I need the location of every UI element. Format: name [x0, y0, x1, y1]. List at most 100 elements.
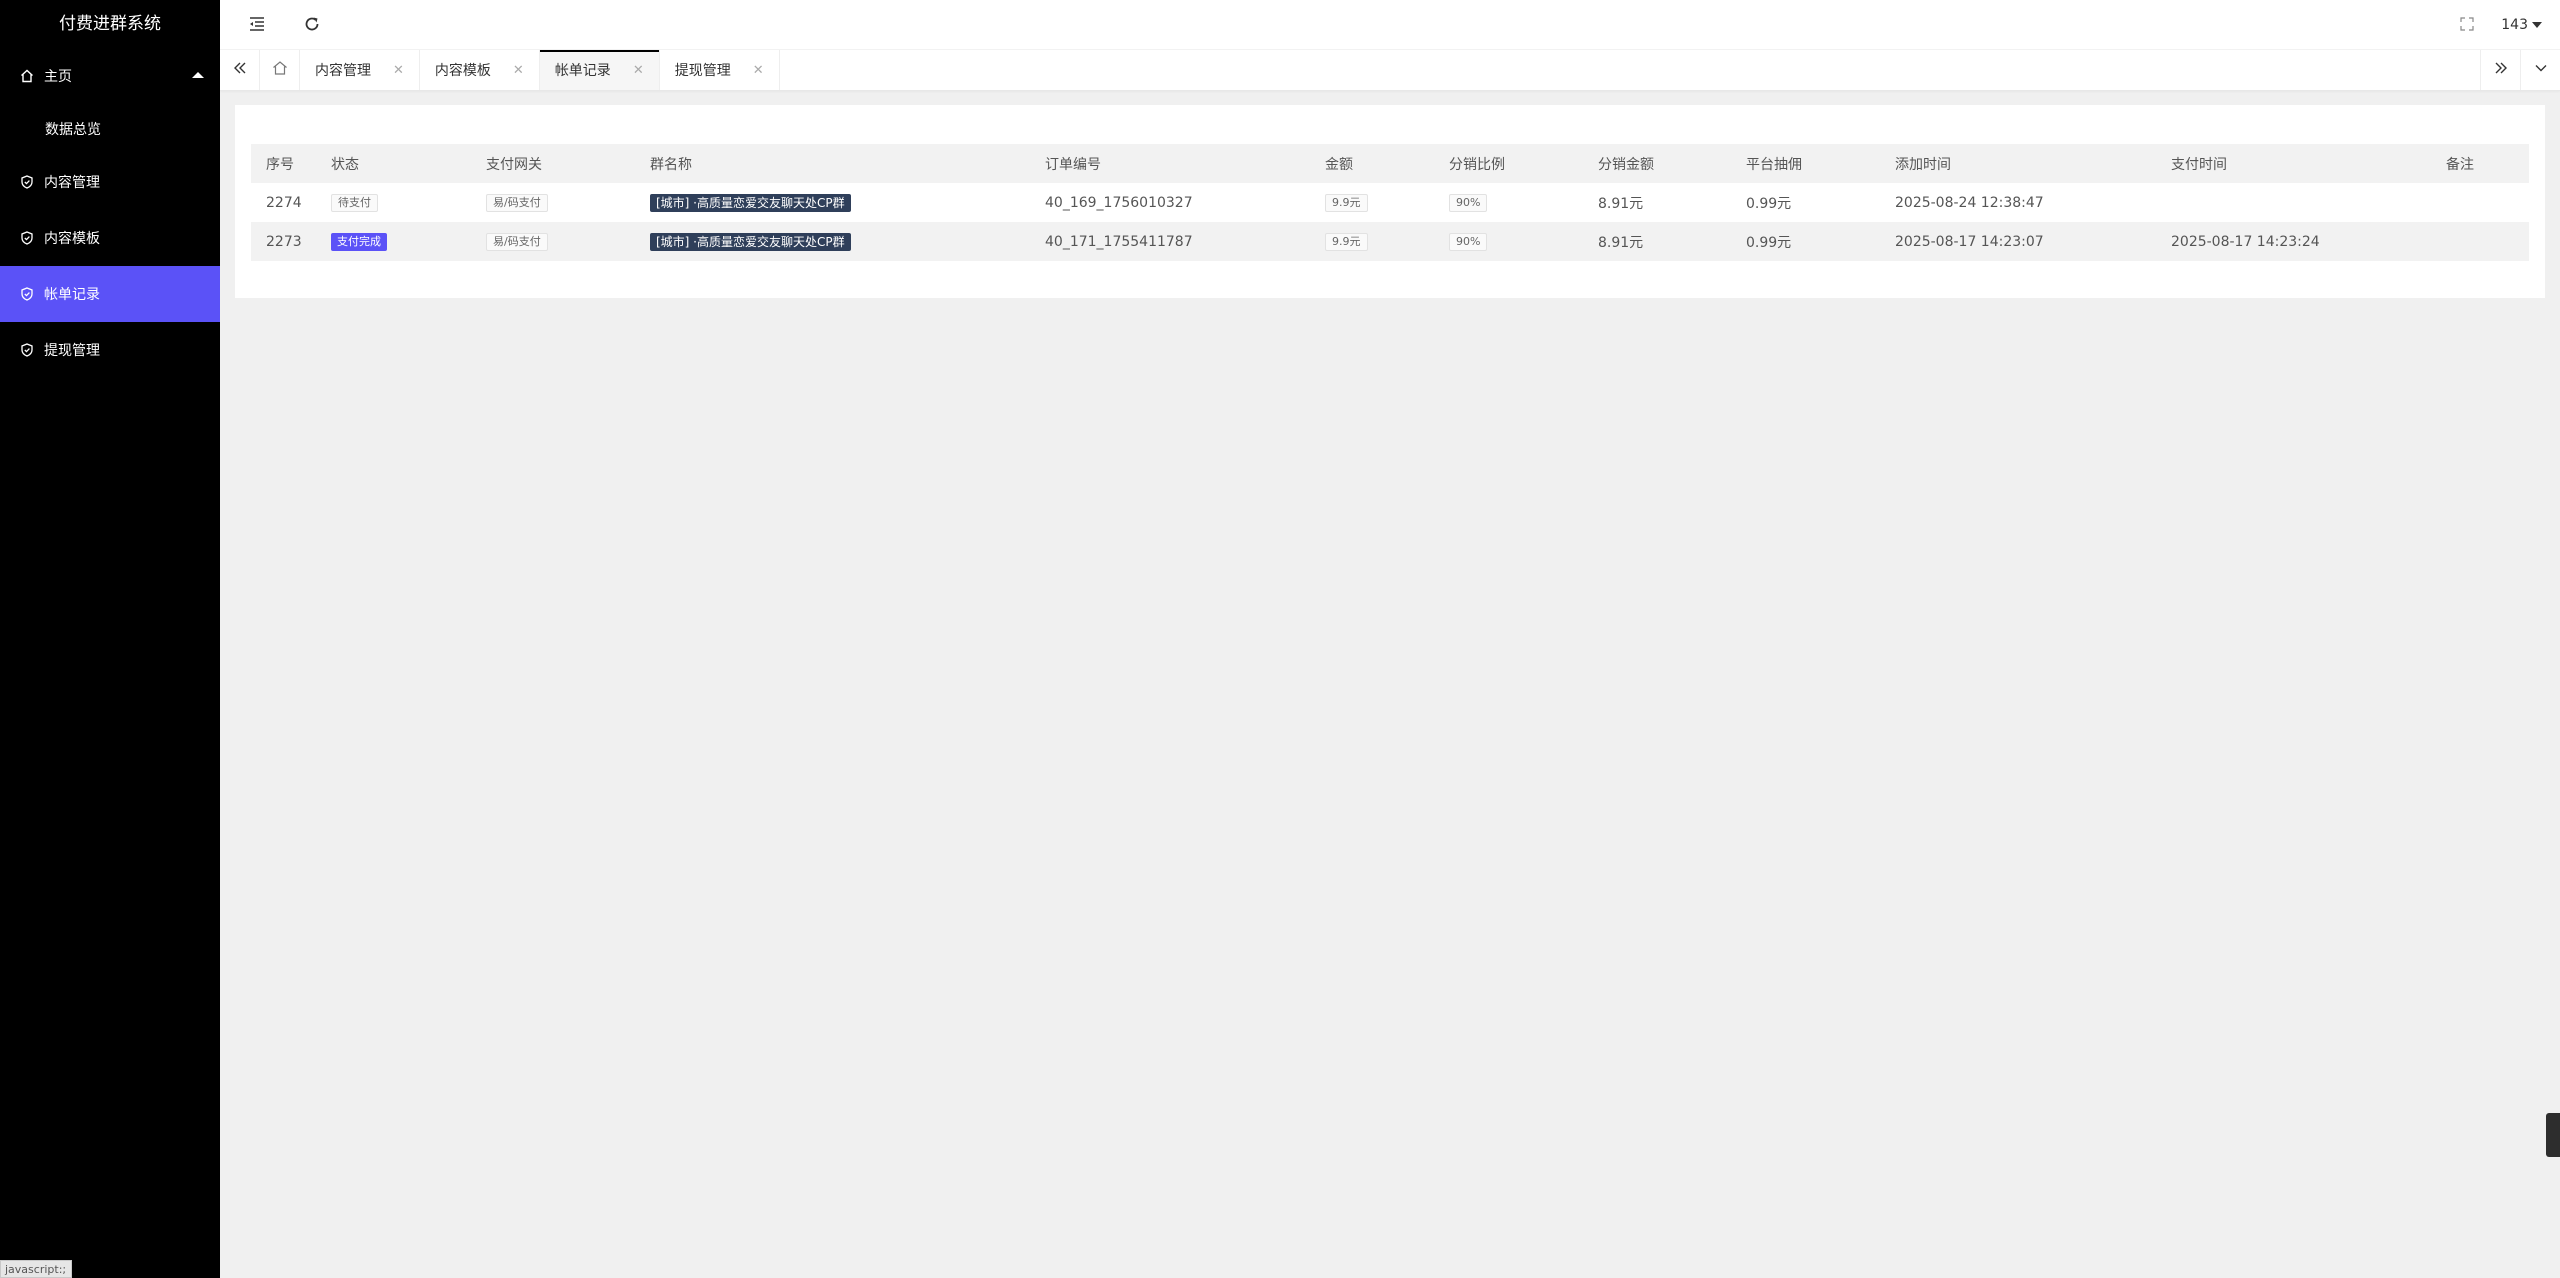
col-header: 支付时间 — [2156, 144, 2431, 183]
sidebar-item-label: 主页 — [44, 69, 72, 85]
cell-commission: 0.99元 — [1746, 195, 1792, 212]
col-header: 分销比例 — [1434, 144, 1583, 183]
status-badge: 待支付 — [331, 193, 378, 212]
col-header: 金额 — [1310, 144, 1434, 183]
status-badge: 支付完成 — [331, 232, 387, 251]
billing-table: 序号 状态 支付网关 群名称 订单编号 金额 分销比例 分销金额 平台抽佣 添加… — [251, 144, 2529, 261]
cell-amount: 9.9元 — [1310, 222, 1434, 261]
col-header: 支付网关 — [471, 144, 635, 183]
refresh-icon[interactable] — [303, 15, 323, 35]
col-header: 添加时间 — [1880, 144, 2156, 183]
side-drawer-handle[interactable] — [2546, 1113, 2560, 1157]
group-badge: [城市] ·高质量恋爱交友聊天处CP群 — [650, 232, 851, 251]
cell-commission: 0.99元 — [1731, 222, 1880, 261]
app-logo: 付费进群系统 — [59, 14, 161, 34]
billing-card: 序号 状态 支付网关 群名称 订单编号 金额 分销比例 分销金额 平台抽佣 添加… — [235, 105, 2545, 298]
close-icon[interactable]: ✕ — [633, 63, 644, 78]
col-header: 备注 — [2431, 144, 2529, 183]
double-right-icon — [2494, 61, 2508, 79]
cell-group: [城市] ·高质量恋爱交友聊天处CP群 — [635, 183, 1030, 222]
cell-amount: 9.9元 — [1310, 183, 1434, 222]
shield-check-icon — [20, 343, 34, 357]
col-header: 分销金额 — [1583, 144, 1731, 183]
tab-label: 内容模板 — [434, 63, 491, 79]
home-icon — [20, 69, 34, 83]
tab-label: 内容管理 — [315, 63, 371, 79]
tab-home[interactable] — [260, 50, 300, 90]
cell-pay-time — [2156, 183, 2431, 222]
chevron-down-icon — [2534, 61, 2548, 79]
sidebar-item-label: 帐单记录 — [44, 287, 100, 303]
cell-dist-amount: 8.91元 — [1583, 222, 1731, 261]
cell-remark — [2431, 183, 2529, 222]
cell-add-time: 2025-08-17 14:23:07 — [1880, 222, 2156, 261]
table-row[interactable]: 2273 支付完成 易/码支付 [城市] ·高质量恋爱交友聊天处CP群 40_1… — [251, 222, 2529, 261]
sidebar-item-home[interactable]: 主页 — [0, 48, 220, 104]
tab-list: 内容管理 ✕ 内容模板 ✕ 帐单记录 ✕ 提现管理 ✕ — [260, 50, 780, 90]
amount-badge: 9.9元 — [1325, 193, 1368, 212]
double-left-icon — [233, 61, 247, 79]
cell-pay-time: 2025-08-17 14:23:24 — [2156, 222, 2431, 261]
sidebar: 付费进群系统 主页 数据总览 内容管理 内容模板 帐单记录 提现管理 javas… — [0, 0, 220, 1278]
cell-gateway: 易/码支付 — [471, 222, 635, 261]
group-badge: [城市] ·高质量恋爱交友聊天处CP群 — [650, 193, 851, 212]
ratio-badge: 90% — [1449, 232, 1488, 251]
cell-id: 2274 — [266, 194, 302, 211]
tab-billing[interactable]: 帐单记录 ✕ — [539, 50, 660, 90]
col-header: 序号 — [251, 144, 316, 183]
close-icon[interactable]: ✕ — [513, 63, 524, 78]
tab-label: 提现管理 — [674, 63, 731, 79]
close-icon[interactable]: ✕ — [393, 63, 404, 78]
sidebar-item-content[interactable]: 内容管理 — [0, 154, 220, 210]
tab-dropdown[interactable] — [2520, 50, 2560, 90]
cell-group: [城市] ·高质量恋爱交友聊天处CP群 — [635, 222, 1030, 261]
tab-scroll-right[interactable] — [2480, 50, 2520, 90]
cell-gateway: 易/码支付 — [471, 183, 635, 222]
menu-fold-icon[interactable] — [248, 15, 268, 35]
table-row[interactable]: 2274 待支付 易/码支付 [城市] ·高质量恋爱交友聊天处CP群 40_16… — [251, 183, 2529, 222]
sidebar-item-label: 内容模板 — [44, 231, 100, 247]
sidebar-item-template[interactable]: 内容模板 — [0, 210, 220, 266]
fullscreen-icon[interactable] — [2460, 17, 2480, 37]
caret-down-icon — [2532, 22, 2542, 28]
ratio-badge: 90% — [1449, 193, 1488, 212]
tab-withdraw[interactable]: 提现管理 ✕ — [660, 50, 780, 90]
col-header: 群名称 — [635, 144, 1030, 183]
sidebar-item-label: 内容管理 — [44, 175, 100, 191]
tab-content[interactable]: 内容管理 ✕ — [300, 50, 420, 90]
sidebar-item-label: 提现管理 — [44, 343, 100, 359]
status-bar-url: javascript:; — [0, 1260, 72, 1278]
gateway-badge: 易/码支付 — [486, 193, 548, 212]
tab-template[interactable]: 内容模板 ✕ — [420, 50, 540, 90]
cell-status: 待支付 — [316, 183, 471, 222]
sidebar-item-billing[interactable]: 帐单记录 — [0, 266, 220, 322]
tab-bar: 内容管理 ✕ 内容模板 ✕ 帐单记录 ✕ 提现管理 ✕ — [220, 50, 2560, 91]
cell-dist-amount: 8.91元 — [1598, 195, 1644, 212]
tab-label: 帐单记录 — [554, 63, 611, 79]
tab-controls-right — [2480, 50, 2560, 90]
shield-check-icon — [20, 175, 34, 189]
user-menu[interactable]: 143 — [2501, 17, 2542, 33]
sidebar-item-dashboard[interactable]: 数据总览 — [0, 104, 220, 154]
cell-add-time: 2025-08-24 12:38:47 — [1895, 194, 2044, 211]
home-icon — [272, 60, 288, 80]
cell-remark — [2431, 222, 2529, 261]
caret-up-icon — [192, 72, 204, 78]
cell-order-no: 40_169_1756010327 — [1045, 194, 1193, 211]
col-header: 状态 — [316, 144, 471, 183]
shield-check-icon — [20, 287, 34, 301]
amount-badge: 9.9元 — [1325, 232, 1368, 251]
tab-scroll-left[interactable] — [220, 50, 260, 90]
cell-status: 支付完成 — [316, 222, 471, 261]
sidebar-item-withdraw[interactable]: 提现管理 — [0, 322, 220, 378]
close-icon[interactable]: ✕ — [753, 63, 764, 78]
cell-ratio: 90% — [1434, 183, 1583, 222]
col-header: 订单编号 — [1030, 144, 1310, 183]
cell-id: 2273 — [251, 222, 316, 261]
user-name: 143 — [2501, 17, 2528, 33]
cell-ratio: 90% — [1434, 222, 1583, 261]
gateway-badge: 易/码支付 — [486, 232, 548, 251]
cell-order-no: 40_171_1755411787 — [1030, 222, 1310, 261]
col-header: 平台抽佣 — [1731, 144, 1880, 183]
top-header: 143 — [220, 0, 2560, 50]
